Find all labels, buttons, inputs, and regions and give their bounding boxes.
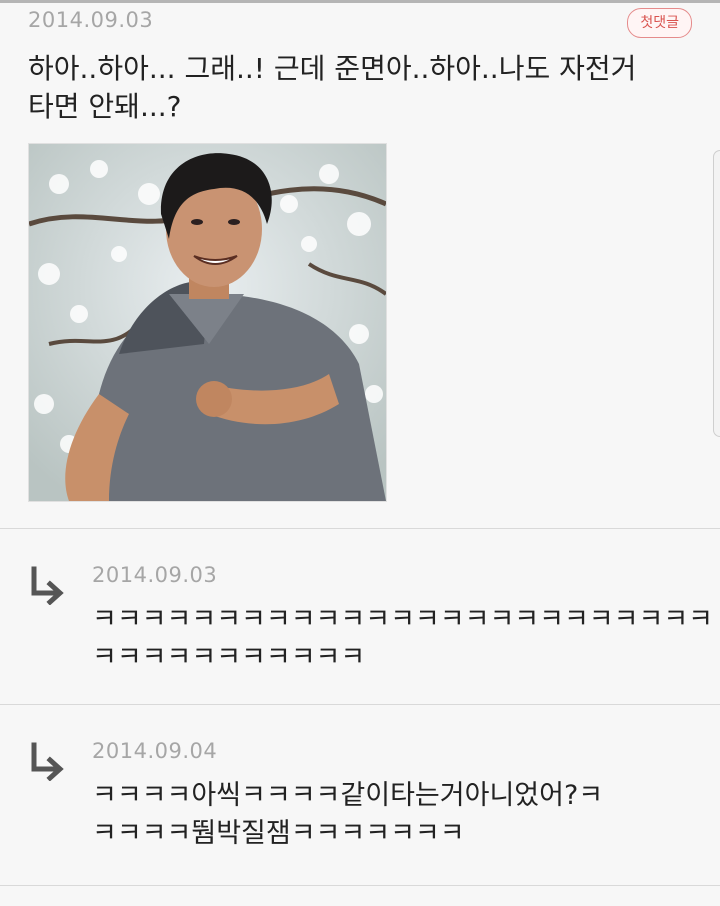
reply-body-line-1: ㅋㅋㅋㅋ아씩ㅋㅋㅋㅋ같이타는거아니었어?ㅋ [92, 780, 604, 811]
first-comment-badge: 첫댓글 [627, 8, 692, 38]
reply-date: 2014.09.03 [92, 563, 218, 587]
reply-arrow-icon [31, 742, 64, 781]
reply-body: ㅋㅋㅋㅋㅋㅋㅋㅋㅋㅋㅋㅋㅋㅋㅋㅋㅋㅋㅋㅋㅋㅋㅋㅋㅋ ㅋㅋㅋㅋㅋㅋㅋㅋㅋㅋㅋ [92, 601, 713, 677]
comment-body: 하아..하아... 그래..! 근데 준면아..하아..나도 자전거 타면 안돼… [28, 50, 698, 126]
comment-body-line-2: 타면 안돼...? [28, 90, 182, 123]
comment-body-line-1: 하아..하아... 그래..! 근데 준면아..하아..나도 자전거 [28, 52, 637, 85]
reply-body-line-2: ㅋㅋㅋㅋ뛈박질잼ㅋㅋㅋㅋㅋㅋㅋ [92, 818, 465, 849]
reply-item: 2014.09.03 ㅋㅋㅋㅋㅋㅋㅋㅋㅋㅋㅋㅋㅋㅋㅋㅋㅋㅋㅋㅋㅋㅋㅋㅋㅋ ㅋㅋㅋ… [0, 529, 720, 705]
reply-body-line-2: ㅋㅋㅋㅋㅋㅋㅋㅋㅋㅋㅋ [92, 642, 366, 673]
running-man-photo [29, 144, 386, 501]
reply-arrow-icon [31, 566, 64, 605]
reply-body: ㅋㅋㅋㅋ아씩ㅋㅋㅋㅋ같이타는거아니었어?ㅋ ㅋㅋㅋㅋ뛈박질잼ㅋㅋㅋㅋㅋㅋㅋ [92, 777, 702, 853]
comment-photo[interactable] [28, 143, 387, 502]
reply-date: 2014.09.04 [92, 739, 218, 763]
comment-date: 2014.09.03 [28, 8, 154, 32]
main-comment: 2014.09.03 첫댓글 하아..하아... 그래..! 근데 준면아..하… [0, 0, 720, 529]
scrollbar-handle[interactable] [713, 150, 720, 437]
reply-item: 2014.09.04 ㅋㅋㅋㅋ아씩ㅋㅋㅋㅋ같이타는거아니었어?ㅋ ㅋㅋㅋㅋ뛈박질… [0, 705, 720, 886]
comment-thread-page: 2014.09.03 첫댓글 하아..하아... 그래..! 근데 준면아..하… [0, 0, 720, 906]
reply-body-line-1: ㅋㅋㅋㅋㅋㅋㅋㅋㅋㅋㅋㅋㅋㅋㅋㅋㅋㅋㅋㅋㅋㅋㅋㅋㅋ [92, 604, 713, 635]
